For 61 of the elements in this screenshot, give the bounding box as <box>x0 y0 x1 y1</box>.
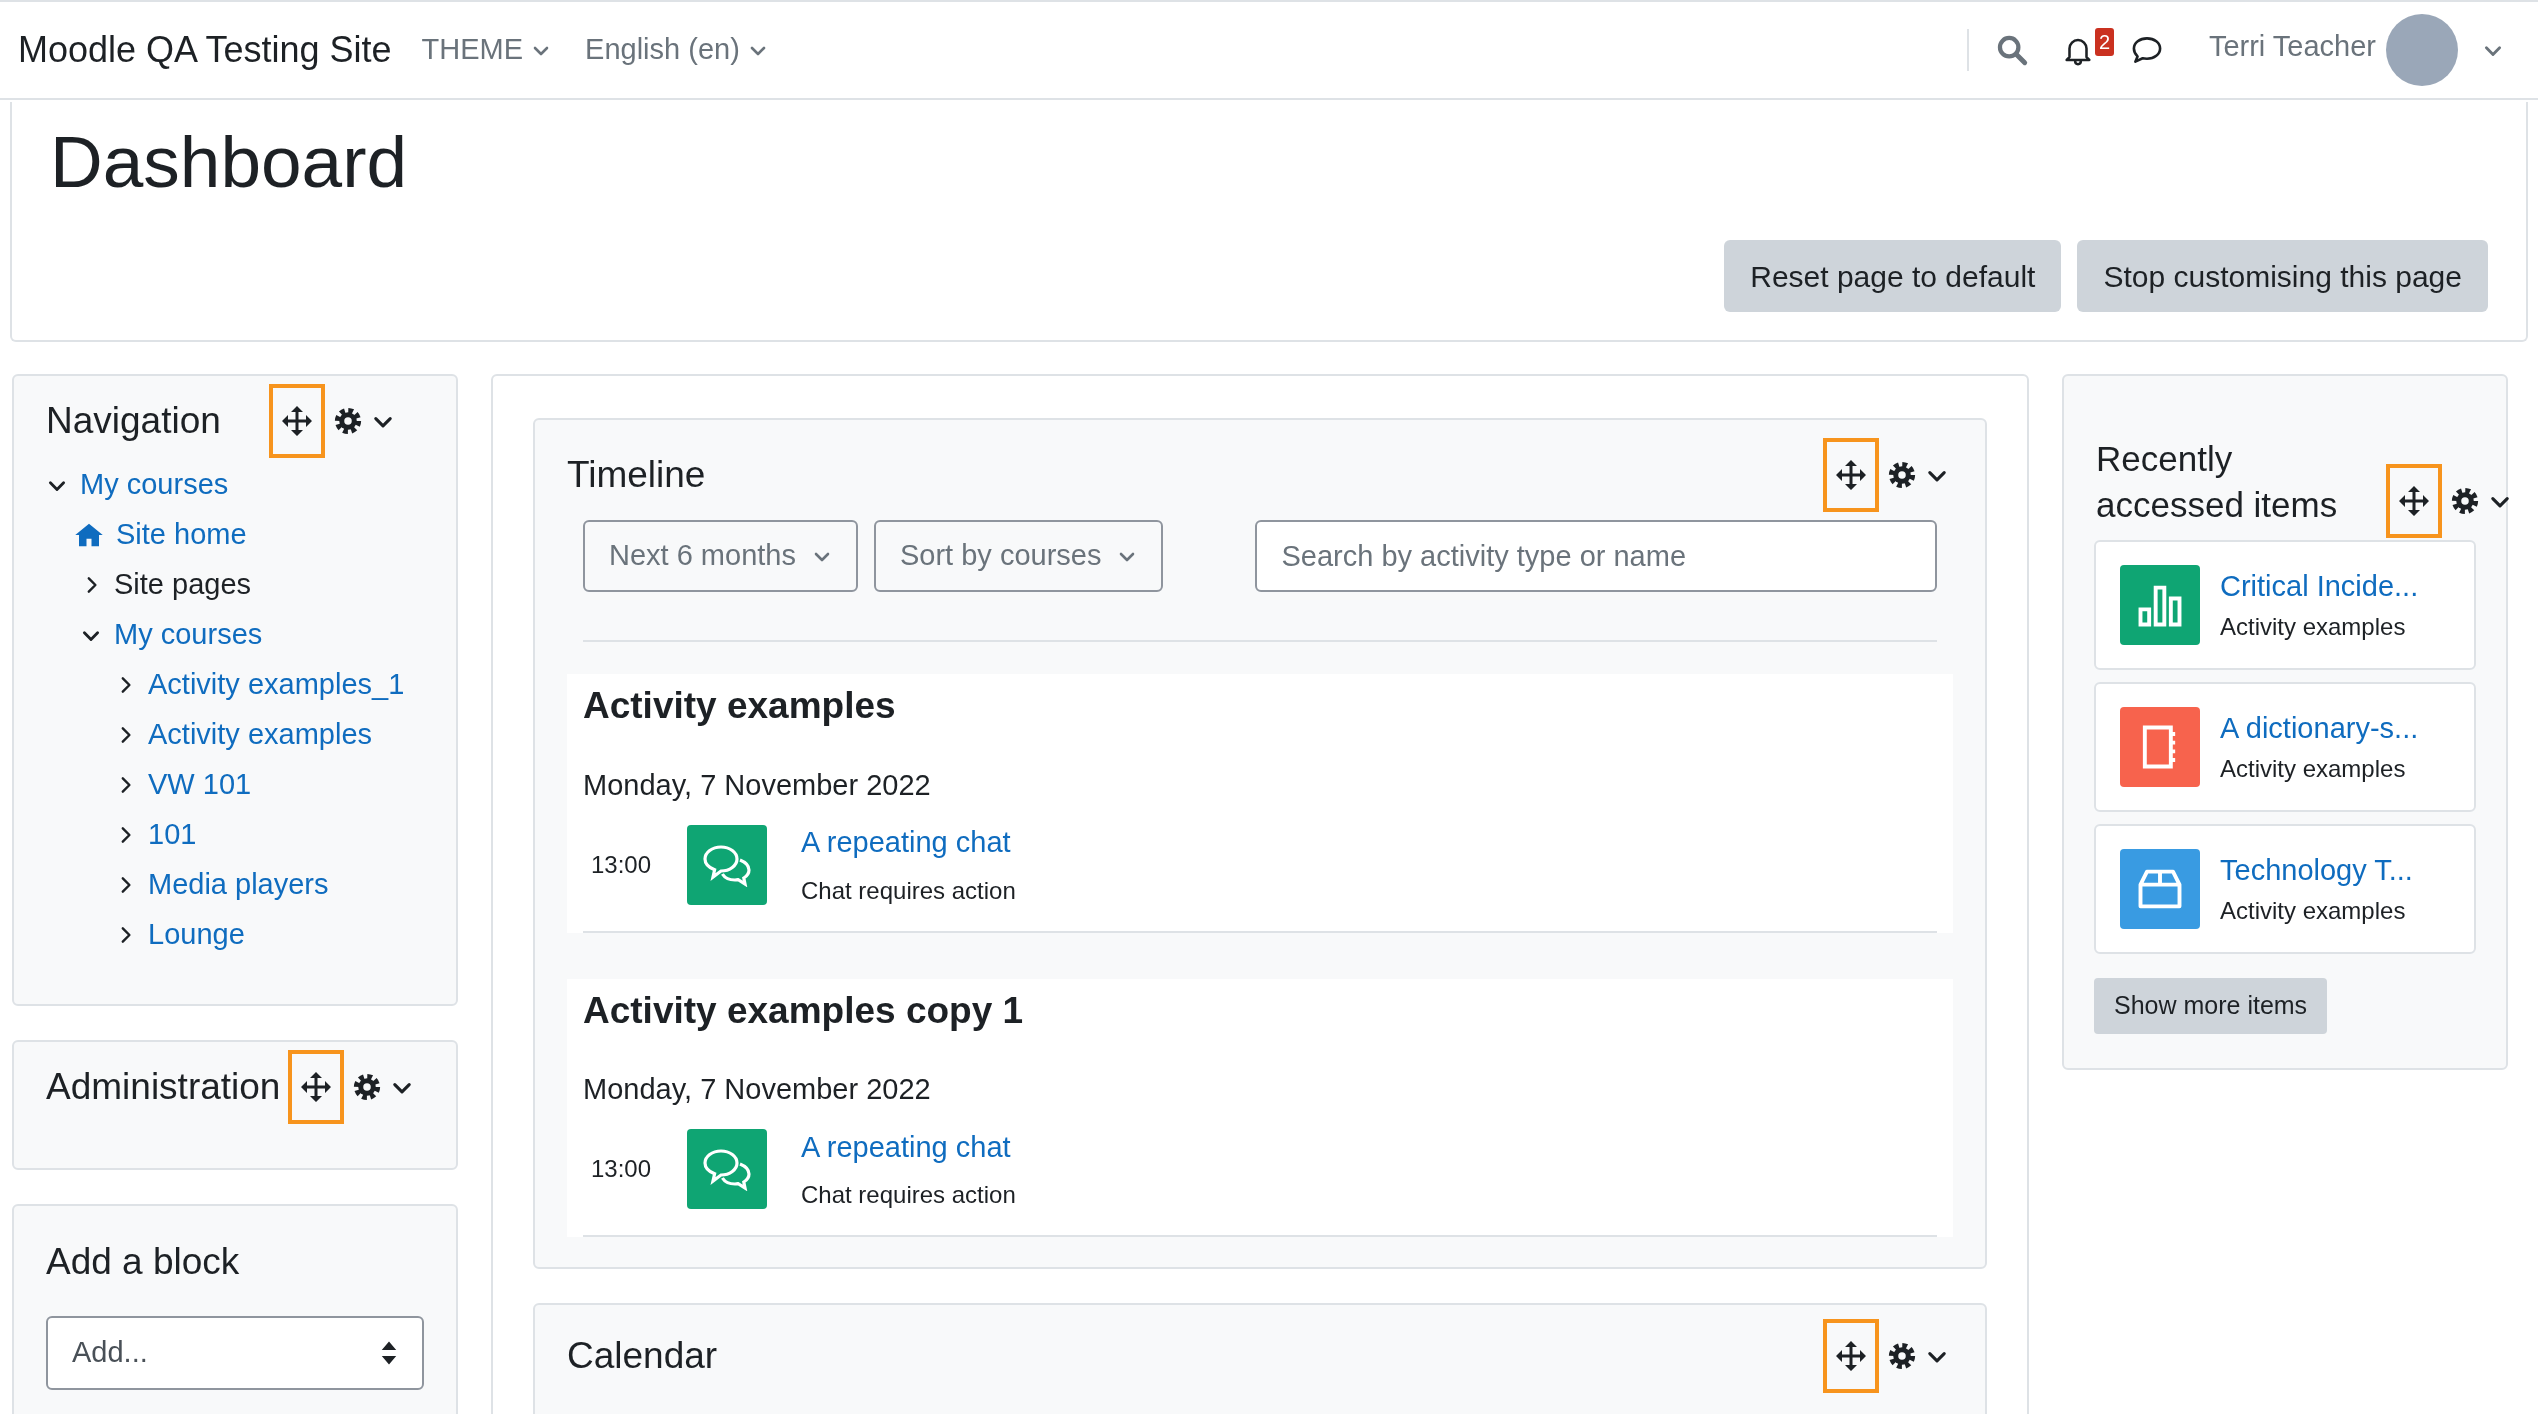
item-course: Activity examples <box>2220 753 2407 784</box>
tree-item[interactable]: Site pages <box>114 563 252 607</box>
recent-item-card[interactable]: Critical Incide... Activity examples <box>2094 540 2476 670</box>
tree-link[interactable]: My courses <box>80 463 229 507</box>
move-button[interactable] <box>1823 1319 1879 1393</box>
event-status: Chat requires action <box>801 1180 1016 1210</box>
speech-bubbles-icon <box>701 842 753 887</box>
tree-link[interactable]: Lounge <box>148 913 245 957</box>
tree-link[interactable]: Site home <box>116 513 247 557</box>
settings-icon[interactable] <box>2450 486 2480 516</box>
event-link[interactable]: A repeating chat <box>801 821 1016 865</box>
page-button[interactable]: Reset page to default <box>1724 240 2062 312</box>
page-title: Dashboard <box>50 120 409 204</box>
speech-bubbles-icon <box>701 1147 753 1192</box>
item-link[interactable]: A dictionary-s... <box>2220 707 2419 751</box>
tree-link[interactable]: Media players <box>148 863 329 907</box>
move-button[interactable] <box>2386 464 2442 538</box>
search-field[interactable]: Search by activity type or name <box>1255 520 1937 592</box>
tree-link[interactable]: My courses <box>114 613 263 657</box>
move-button[interactable] <box>1823 438 1879 512</box>
tree-link[interactable]: Activity examples_1 <box>148 663 405 707</box>
item-course: Activity examples <box>2220 895 2407 926</box>
item-link[interactable]: Technology T... <box>2220 849 2413 893</box>
menu-dropdown[interactable]: English (en) <box>585 28 768 72</box>
block-title: Recently accessed items <box>2096 438 2339 526</box>
item-link[interactable]: Critical Incide... <box>2220 565 2419 609</box>
block-title: Timeline <box>567 453 706 498</box>
user-name[interactable]: Terri Teacher <box>2208 25 2376 69</box>
filter-dropdown[interactable]: Sort by courses <box>874 520 1164 592</box>
course-title: Activity examples <box>583 684 897 728</box>
settings-icon[interactable] <box>332 406 363 436</box>
settings-icon[interactable] <box>1887 460 1917 490</box>
event-time: 13:00 <box>590 849 653 880</box>
event-link[interactable]: A repeating chat <box>801 1125 1016 1169</box>
tree-link[interactable]: Activity examples <box>148 713 372 757</box>
block-title: Administration <box>46 1065 281 1110</box>
show-more-button[interactable]: Show more items <box>2094 978 2328 1034</box>
block-title: Add a block <box>46 1240 240 1284</box>
menu-dropdown[interactable]: THEME <box>421 28 552 72</box>
settings-icon[interactable] <box>352 1072 383 1102</box>
block-select[interactable]: Add... <box>46 1315 424 1390</box>
move-button[interactable] <box>268 384 325 458</box>
move-button[interactable] <box>288 1050 345 1124</box>
settings-icon[interactable] <box>1887 1341 1917 1371</box>
item-course: Activity examples <box>2220 611 2407 642</box>
notification-badge: 2 <box>2094 28 2115 56</box>
up-down-arrows-icon <box>380 1339 398 1366</box>
course-title: Activity examples copy 1 <box>583 988 1025 1033</box>
event-status: Chat requires action <box>801 875 1016 906</box>
page-button[interactable]: Stop customising this page <box>2077 240 2488 312</box>
site-name[interactable]: Moodle QA Testing Site <box>18 23 392 77</box>
event-date: Monday, 7 November 2022 <box>583 1072 932 1107</box>
block-title: Calendar <box>567 1334 718 1379</box>
block-title: Navigation <box>46 399 221 444</box>
recent-item-card[interactable]: A dictionary-s... Activity examples <box>2094 682 2476 812</box>
filter-dropdown[interactable]: Next 6 months <box>583 520 858 592</box>
event-time: 13:00 <box>590 1154 653 1185</box>
tree-link[interactable]: 101 <box>148 813 197 857</box>
event-date: Monday, 7 November 2022 <box>583 767 932 803</box>
recent-item-card[interactable]: Technology T... Activity examples <box>2094 824 2476 954</box>
tree-link[interactable]: VW 101 <box>148 763 252 807</box>
